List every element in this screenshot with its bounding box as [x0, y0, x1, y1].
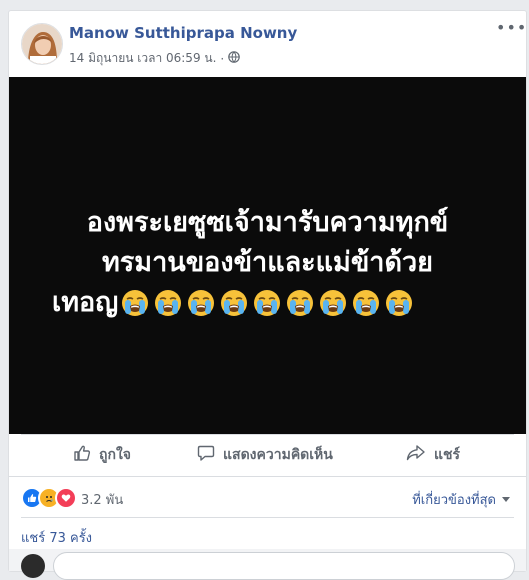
post-timestamp[interactable]: 14 มิถุนายน เวลา 06:59 น.	[69, 49, 216, 68]
like-button[interactable]: ถูกใจ	[73, 444, 131, 466]
loudly-crying-face-emoji	[153, 288, 183, 318]
author-name[interactable]: Manow Sutthiprapa Nowny	[69, 24, 297, 42]
post-header: Manow Sutthiprapa Nowny 14 มิถุนายน เวลา…	[9, 11, 526, 77]
chevron-down-icon	[502, 492, 510, 507]
shares-divider	[21, 517, 514, 518]
share-button[interactable]: แชร์	[406, 444, 460, 466]
comment-sort-dropdown[interactable]: ที่เกี่ยวข้องที่สุด	[412, 489, 510, 510]
loudly-crying-face-emoji	[252, 288, 282, 318]
globe-icon[interactable]	[228, 51, 241, 66]
viewer-avatar	[21, 554, 45, 578]
meta-separator: ·	[220, 51, 225, 66]
actions-top-divider	[21, 434, 514, 435]
loudly-crying-face-emoji	[186, 288, 216, 318]
media-line-2: ทรมานของข้าและแม่ข้าด้วย	[102, 247, 433, 278]
loudly-crying-face-emoji	[351, 288, 381, 318]
love-reaction-icon	[55, 487, 77, 509]
reactions-bar: 3.2 พัน ที่เกี่ยวข้องที่สุด	[9, 477, 526, 517]
author-avatar[interactable]	[21, 23, 63, 65]
share-count[interactable]: แชร์ 73 ครั้ง	[21, 527, 92, 548]
loudly-crying-face-emoji	[285, 288, 315, 318]
avatar-image	[22, 24, 62, 64]
media-line-3: เทอญ	[52, 287, 119, 318]
media-line-1: องพระเยซูซเจ้ามารับความทุกข์	[86, 207, 449, 238]
comment-button[interactable]: แสดงความคิดเห็น	[197, 444, 333, 466]
post-meta: 14 มิถุนายน เวลา 06:59 น. ·	[69, 49, 241, 68]
more-options-icon[interactable]: •••	[496, 20, 526, 37]
post-actions: ถูกใจ แสดงความคิดเห็น แชร์	[9, 434, 526, 477]
like-label: ถูกใจ	[99, 447, 131, 463]
thumbs-up-icon	[73, 444, 91, 466]
reaction-count[interactable]: 3.2 พัน	[81, 489, 123, 510]
media-line-3-wrap: เทอญ	[9, 283, 526, 323]
loudly-crying-face-emoji-row	[120, 288, 414, 318]
loudly-crying-face-emoji	[318, 288, 348, 318]
post-media-image[interactable]: องพระเยซูซเจ้ามารับความทุกข์ ทรมานของข้า…	[9, 77, 526, 434]
share-arrow-icon	[406, 444, 426, 466]
share-label: แชร์	[434, 447, 461, 463]
comment-label: แสดงความคิดเห็น	[223, 447, 333, 463]
post-card: Manow Sutthiprapa Nowny 14 มิถุนายน เวลา…	[8, 10, 527, 580]
loudly-crying-face-emoji	[120, 288, 150, 318]
reaction-icons[interactable]	[21, 487, 77, 509]
sort-label: ที่เกี่ยวข้องที่สุด	[412, 493, 496, 508]
comment-input[interactable]	[53, 552, 515, 580]
comment-bubble-icon	[197, 444, 215, 466]
media-caption: องพระเยซูซเจ้ามารับความทุกข์ ทรมานของข้า…	[9, 203, 526, 323]
loudly-crying-face-emoji	[219, 288, 249, 318]
loudly-crying-face-emoji	[384, 288, 414, 318]
